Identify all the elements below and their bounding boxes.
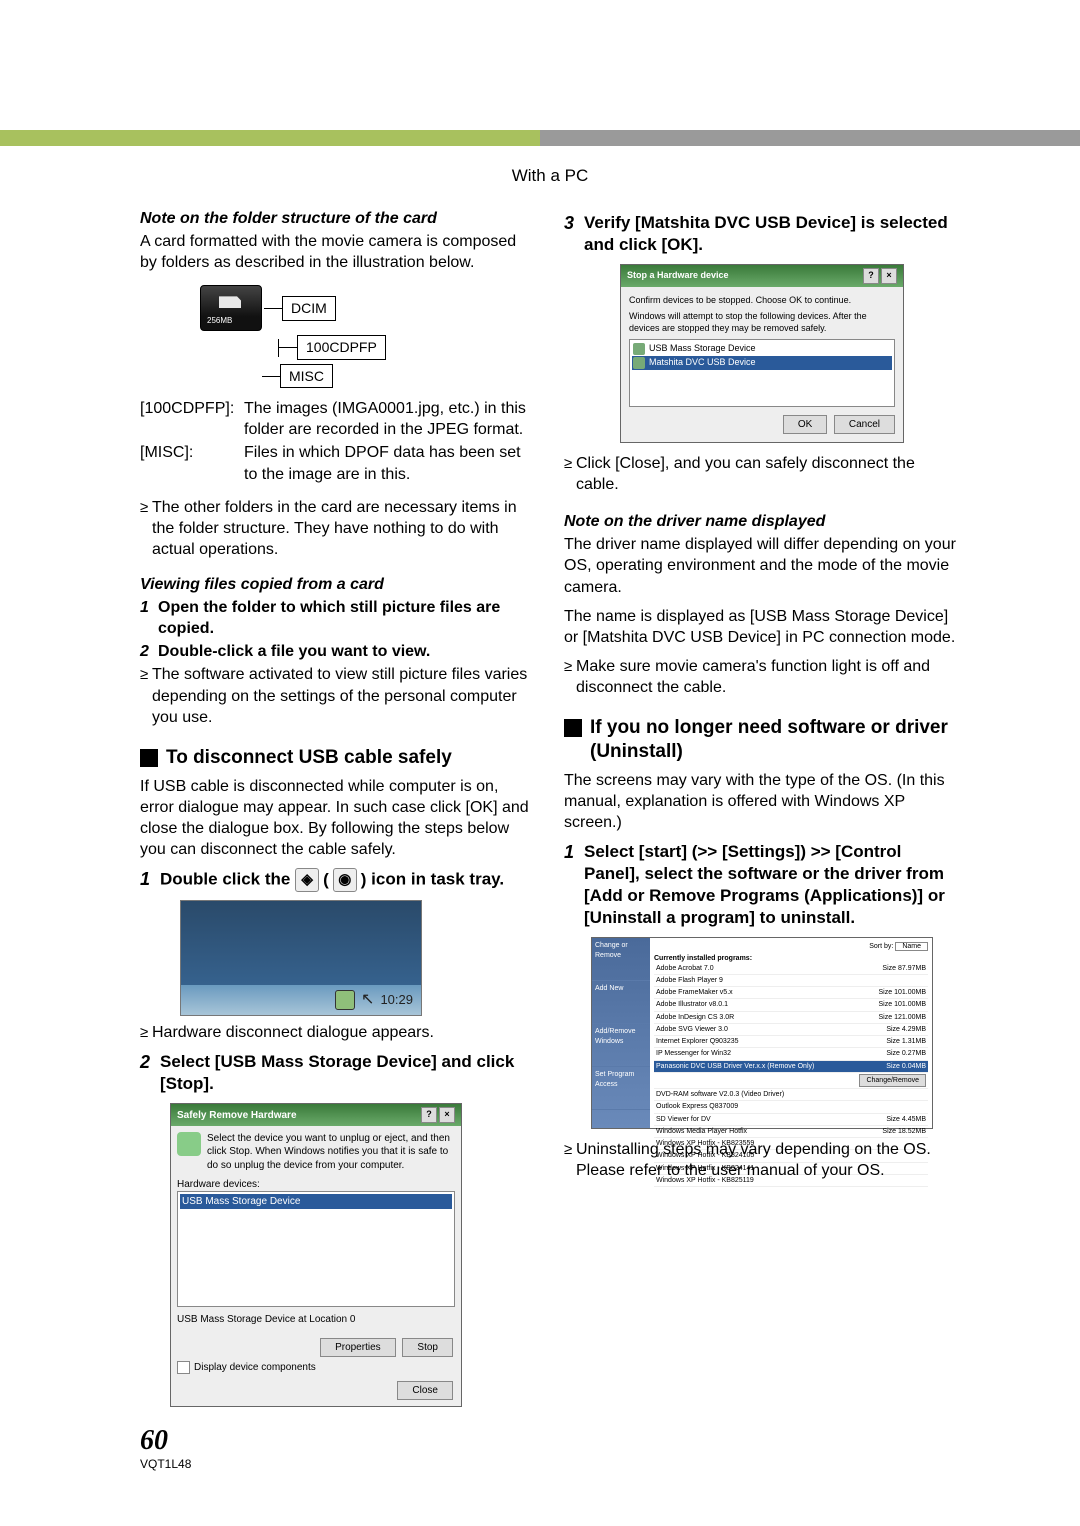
sidebar-tab[interactable]: Add New xyxy=(592,981,650,1024)
driver-p1: The driver name displayed will differ de… xyxy=(564,534,960,597)
disconnect-heading: To disconnect USB cable safely xyxy=(140,746,536,770)
list-item[interactable]: USB Mass Storage Device xyxy=(649,343,756,355)
sort-select[interactable]: Name xyxy=(895,942,928,951)
folder-note-body: A card formatted with the movie camera i… xyxy=(140,231,536,273)
cancel-button[interactable]: Cancel xyxy=(834,415,895,434)
program-row[interactable]: Windows Media Player HotfixSize 18.52MB xyxy=(654,1126,928,1138)
right-column: 3 Verify [Matshita DVC USB Device] is se… xyxy=(564,204,960,1407)
dialog-usb-icon xyxy=(177,1132,201,1156)
program-row[interactable]: IP Messenger for Win32Size 0.27MB xyxy=(654,1048,928,1060)
change-remove-button[interactable]: Change/Remove xyxy=(859,1074,926,1087)
drive-icon xyxy=(633,357,645,369)
uninstall-step-1: Select [start] (>> [Settings]) >> [Contr… xyxy=(584,841,960,929)
folder-note-heading: Note on the folder structure of the card xyxy=(140,208,536,229)
square-bullet-icon xyxy=(140,749,158,767)
sd-capacity: 256MB xyxy=(207,316,232,327)
close-icon[interactable]: × xyxy=(439,1107,455,1123)
sd-card-icon: 256MB xyxy=(200,285,262,331)
document-code: VQT1L48 xyxy=(140,1457,960,1471)
usb-icon xyxy=(633,343,645,355)
close-icon[interactable]: × xyxy=(881,268,897,284)
square-bullet-icon xyxy=(564,719,582,737)
tray-pointer-icon: ↖ xyxy=(361,989,374,1010)
program-row[interactable]: Outlook Express Q837009 xyxy=(654,1101,928,1113)
add-remove-programs-screenshot: Change or Remove Add New Add/Remove Wind… xyxy=(591,937,933,1129)
sort-by-label: Sort by: xyxy=(869,943,893,950)
safely-remove-icon: ◈ xyxy=(295,868,319,892)
sidebar-tab[interactable]: Change or Remove xyxy=(592,938,650,981)
program-row[interactable]: Adobe Flash Player 9 xyxy=(654,975,928,987)
viewing-note: The software activated to view still pic… xyxy=(152,664,536,727)
uninstall-paragraph: The screens may vary with the type of th… xyxy=(564,770,960,833)
help-icon[interactable]: ? xyxy=(863,268,879,284)
disconnect-body: If USB cable is disconnected while compu… xyxy=(140,776,536,860)
step-double-click-tray: Double click the ◈ ( ◉ ) icon in task tr… xyxy=(160,868,536,892)
uninstall-heading: If you no longer need software or driver… xyxy=(564,716,960,764)
program-row[interactable]: DVD-RAM software V2.0.3 (Video Driver) xyxy=(654,1089,928,1101)
sidebar-tab[interactable]: Add/Remove Windows xyxy=(592,1024,650,1067)
device-location: USB Mass Storage Device at Location 0 xyxy=(177,1313,455,1326)
page-number: 60 xyxy=(140,1425,960,1457)
stop-hardware-dialog: Stop a Hardware device ?× Confirm device… xyxy=(620,264,904,443)
taskbar-screenshot: ↖ 10:29 xyxy=(180,900,422,1016)
disconnect-light-note: Make sure movie camera's function light … xyxy=(576,656,960,698)
close-button[interactable]: Close xyxy=(397,1381,453,1400)
display-components-label: Display device components xyxy=(194,1363,316,1374)
tray-clock: 10:29 xyxy=(380,991,413,1008)
driver-name-heading: Note on the driver name displayed xyxy=(564,511,960,532)
program-row[interactable]: Adobe FrameMaker v5.xSize 101.00MB xyxy=(654,987,928,999)
stop-confirm-text: Confirm devices to be stopped. Choose OK… xyxy=(629,295,895,307)
stop-dialog-title: Stop a Hardware device xyxy=(627,270,729,282)
folder-100cdpfp: 100CDPFP xyxy=(297,335,386,359)
def-100cdpfp: [100CDPFP]: The images (IMGA0001.jpg, et… xyxy=(140,398,536,440)
help-icon[interactable]: ? xyxy=(421,1107,437,1123)
program-row[interactable]: SD Viewer for DVSize 4.45MB xyxy=(654,1114,928,1126)
dialog-instruction: Select the device you want to unplug or … xyxy=(207,1132,455,1172)
hardware-devices-label: Hardware devices: xyxy=(177,1178,455,1191)
step-select-usb-stop: Select [USB Mass Storage Device] and cli… xyxy=(160,1051,536,1095)
list-item[interactable]: Matshita DVC USB Device xyxy=(649,357,756,369)
hardware-device-list[interactable]: USB Mass Storage Device xyxy=(177,1191,455,1307)
step-verify-matshita: Verify [Matshita DVC USB Device] is sele… xyxy=(584,212,960,256)
left-column: Note on the folder structure of the card… xyxy=(140,204,536,1407)
sidebar-tab[interactable]: Set Program Access xyxy=(592,1067,650,1110)
dialog-title: Safely Remove Hardware xyxy=(177,1109,297,1122)
stop-device-list[interactable]: USB Mass Storage Device Matshita DVC USB… xyxy=(629,339,895,407)
hw-disconnect-appears: Hardware disconnect dialogue appears. xyxy=(152,1022,536,1043)
installed-programs-label: Currently installed programs: xyxy=(654,954,928,963)
stop-button[interactable]: Stop xyxy=(402,1338,453,1357)
click-close-note: Click [Close], and you can safely discon… xyxy=(576,453,960,495)
sd-folder-diagram: 256MB DCIM 100CDPFP MISC xyxy=(200,285,536,388)
program-row[interactable]: Adobe InDesign CS 3.0RSize 121.00MB xyxy=(654,1012,928,1024)
stop-attempt-text: Windows will attempt to stop the followi… xyxy=(629,311,895,335)
safely-remove-dialog: Safely Remove Hardware ?× Select the dev… xyxy=(170,1103,462,1407)
list-item[interactable]: USB Mass Storage Device xyxy=(180,1194,452,1209)
viewing-heading: Viewing files copied from a card xyxy=(140,574,536,595)
folder-misc: MISC xyxy=(280,364,333,388)
ok-button[interactable]: OK xyxy=(783,415,827,434)
program-row[interactable]: Internet Explorer Q903235Size 1.31MB xyxy=(654,1036,928,1048)
driver-p2: The name is displayed as [USB Mass Stora… xyxy=(564,606,960,648)
program-row[interactable]: Adobe SVG Viewer 3.0Size 4.29MB xyxy=(654,1024,928,1036)
display-components-checkbox[interactable] xyxy=(177,1361,190,1374)
step-double-click: Double-click a file you want to view. xyxy=(158,641,536,662)
step-open-folder: Open the folder to which still picture f… xyxy=(158,597,536,639)
properties-button[interactable]: Properties xyxy=(320,1338,396,1357)
program-row[interactable]: Adobe Acrobat 7.0Size 87.97MB xyxy=(654,963,928,975)
safely-remove-alt-icon: ◉ xyxy=(333,868,357,892)
uninstall-os-note: Uninstalling steps may vary depending on… xyxy=(576,1139,960,1181)
program-row-highlighted[interactable]: Panasonic DVC USB Driver Ver.x.x (Remove… xyxy=(654,1061,928,1073)
def-misc: [MISC]: Files in which DPOF data has bee… xyxy=(140,442,536,484)
folder-dcim: DCIM xyxy=(282,296,336,320)
section-header: With a PC xyxy=(140,166,960,186)
program-row[interactable]: Adobe Illustrator v8.0.1Size 101.00MB xyxy=(654,999,928,1011)
other-folders-note: The other folders in the card are necess… xyxy=(140,497,536,560)
tray-icon xyxy=(335,990,355,1010)
